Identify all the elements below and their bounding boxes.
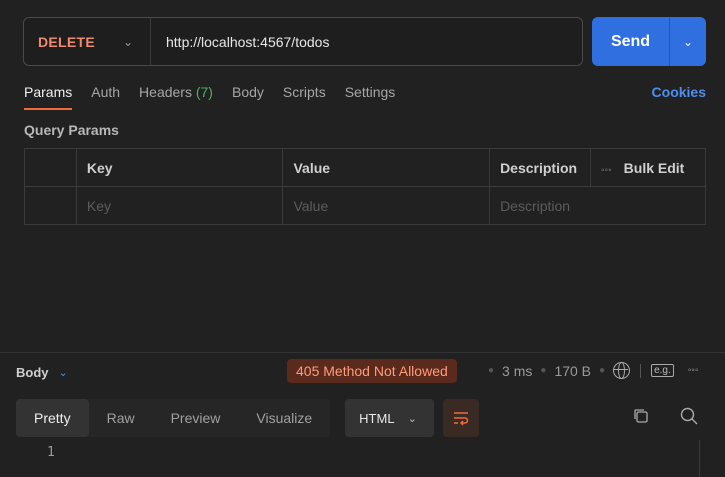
globe-icon[interactable]	[613, 362, 631, 379]
tab-headers[interactable]: Headers (7)	[139, 84, 213, 110]
url-input[interactable]: http://localhost:4567/todos	[151, 34, 329, 50]
tab-auth[interactable]: Auth	[91, 84, 120, 110]
format-label: HTML	[359, 410, 395, 426]
response-meta: ● 3 ms ● 170 B ● e.g. ◦◦◦	[480, 362, 698, 379]
status-badge[interactable]: 405 Method Not Allowed	[287, 359, 457, 383]
line-number: 1	[47, 445, 55, 460]
query-params-title: Query Params	[24, 122, 119, 138]
checkbox-column-header	[24, 148, 77, 187]
tab-body[interactable]: Body	[232, 84, 264, 110]
save-example-icon[interactable]: e.g.	[651, 364, 674, 377]
tab-visualize[interactable]: Visualize	[238, 399, 330, 437]
query-params-table: Key Value Description ◦◦◦ Bulk Edit Key V…	[24, 148, 706, 225]
search-icon[interactable]	[679, 406, 699, 426]
value-column-header: Value	[282, 148, 491, 187]
wrap-lines-icon	[454, 412, 469, 426]
send-label: Send	[610, 32, 651, 50]
chevron-down-icon: ⌄	[123, 34, 134, 49]
scrollbar[interactable]	[699, 440, 700, 477]
tab-headers-label: Headers	[139, 84, 192, 100]
response-body-label[interactable]: Body	[16, 365, 49, 380]
value-input[interactable]: Value	[282, 186, 491, 225]
response-header: Body ⌄ 405 Method Not Allowed ● 3 ms ● 1…	[16, 359, 716, 383]
bulk-edit-link[interactable]: Bulk Edit	[624, 160, 685, 176]
dot-separator: ●	[540, 365, 547, 376]
copy-icon[interactable]	[632, 407, 650, 425]
response-size[interactable]: 170 B	[554, 363, 591, 379]
tab-pretty[interactable]: Pretty	[16, 399, 89, 437]
chevron-down-icon[interactable]: ⌄	[59, 366, 68, 379]
bulk-edit-cell: ◦◦◦ Bulk Edit	[590, 148, 706, 187]
response-toolbar: Pretty Raw Preview Visualize HTML ⌄	[16, 399, 480, 437]
tab-settings[interactable]: Settings	[345, 84, 396, 110]
wrap-lines-button[interactable]	[443, 399, 480, 437]
table-row: Key Value Description	[24, 186, 706, 225]
request-bar: DELETE ⌄ http://localhost:4567/todos	[23, 17, 583, 66]
send-options-chevron-icon[interactable]: ⌄	[670, 35, 706, 49]
headers-count-badge: (7)	[195, 84, 213, 100]
cookies-link[interactable]: Cookies	[652, 84, 706, 100]
more-options-icon[interactable]: ◦◦◦	[688, 365, 699, 376]
tab-preview[interactable]: Preview	[153, 399, 239, 437]
vertical-divider	[640, 363, 642, 378]
response-view-tabs: Pretty Raw Preview Visualize	[16, 399, 331, 437]
request-tabs: Params Auth Headers (7) Body Scripts Set…	[24, 84, 706, 110]
dot-separator: ●	[599, 365, 606, 376]
description-column-header: Description	[489, 148, 592, 187]
method-label: DELETE	[38, 33, 96, 50]
table-header-row: Key Value Description ◦◦◦ Bulk Edit	[24, 148, 706, 187]
dot-separator: ●	[488, 365, 495, 376]
tab-scripts[interactable]: Scripts	[283, 84, 326, 110]
row-checkbox-cell	[24, 186, 77, 225]
format-select[interactable]: HTML ⌄	[345, 399, 435, 437]
response-time[interactable]: 3 ms	[502, 363, 532, 379]
tab-raw[interactable]: Raw	[89, 399, 153, 437]
send-button[interactable]: Send ⌄	[592, 17, 706, 66]
more-options-icon[interactable]: ◦◦◦	[601, 165, 612, 176]
key-column-header: Key	[75, 148, 284, 187]
chevron-down-icon: ⌄	[407, 412, 417, 425]
pane-divider[interactable]	[0, 352, 725, 353]
key-input[interactable]: Key	[75, 186, 284, 225]
method-select[interactable]: DELETE ⌄	[24, 18, 151, 65]
description-input[interactable]: Description	[489, 186, 706, 225]
tab-params[interactable]: Params	[24, 84, 73, 110]
